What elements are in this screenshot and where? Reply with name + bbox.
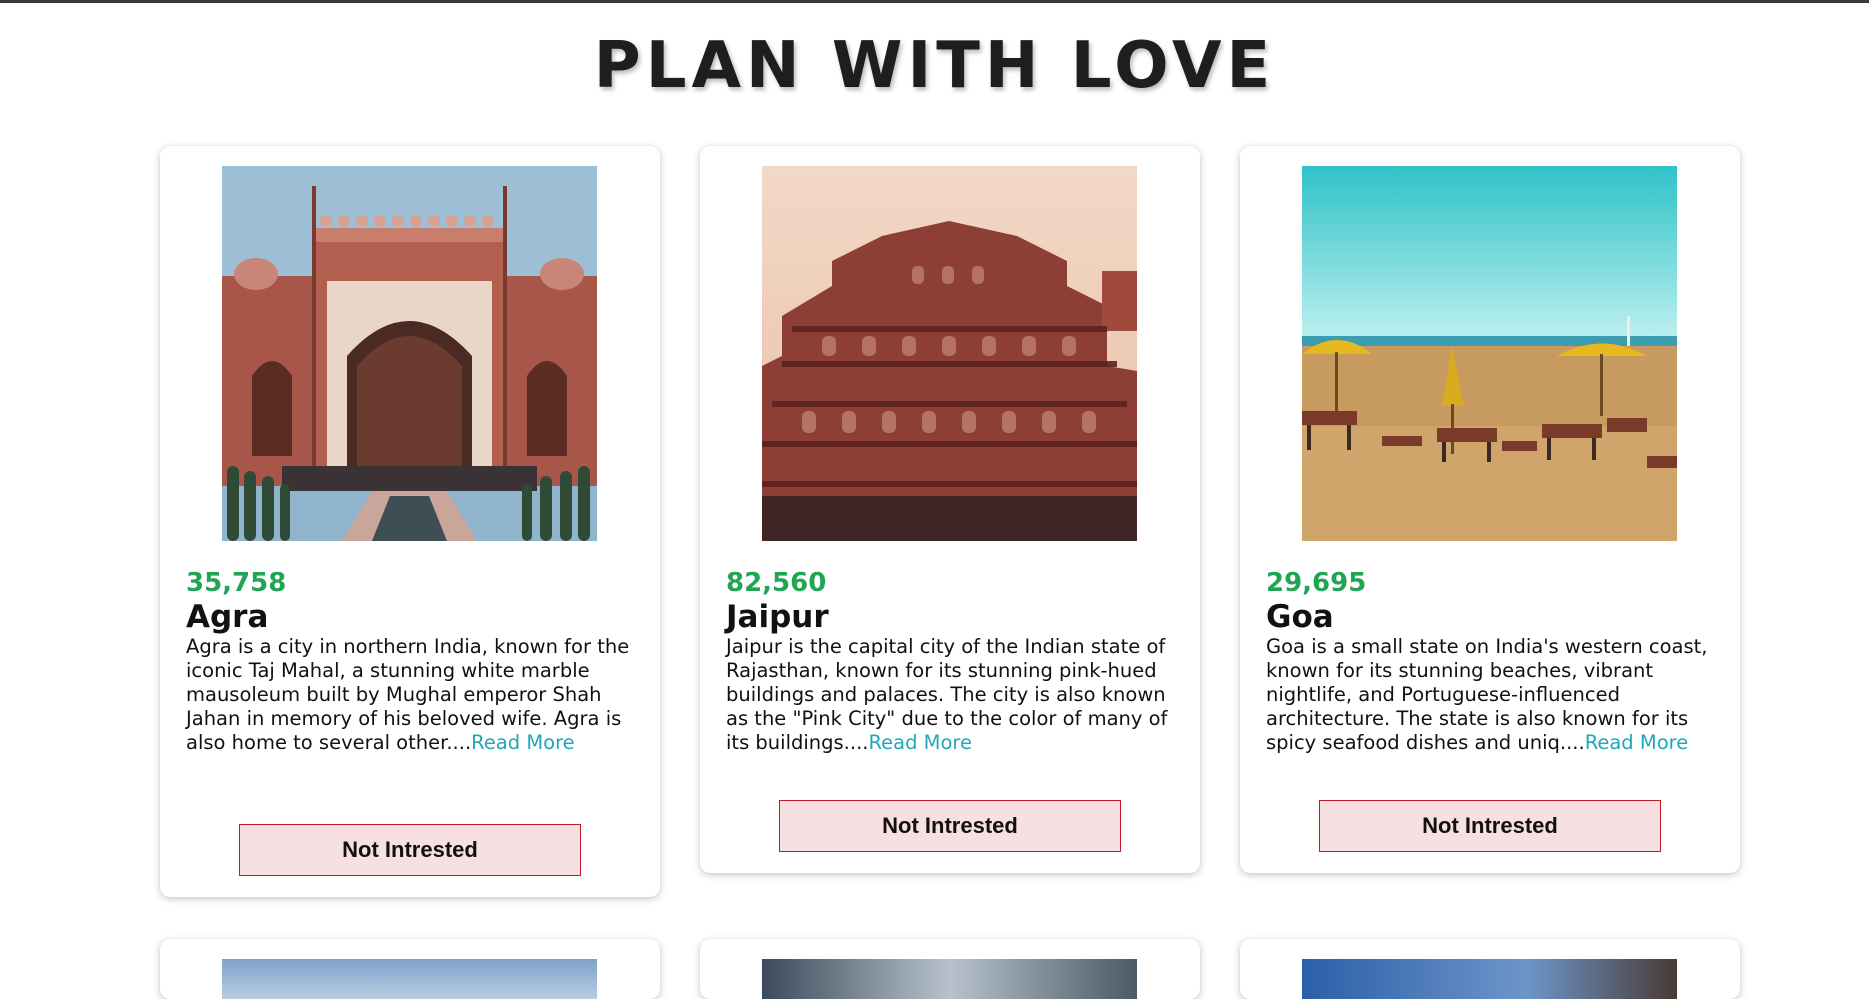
tour-card-partial <box>160 939 660 999</box>
read-more-link[interactable]: Read More <box>868 731 972 754</box>
tour-image-partial <box>762 959 1137 999</box>
not-interested-button[interactable]: Not Intrested <box>779 800 1121 852</box>
tour-image-partial <box>1302 959 1677 999</box>
tour-city-name: Agra <box>186 599 269 635</box>
tour-image-agra <box>222 166 597 541</box>
tour-description: Goa is a small state on India's western … <box>1266 635 1716 755</box>
tour-price: 82,560 <box>726 568 827 598</box>
tour-info: 29,695 Goa Goa is a small state on India… <box>1266 567 1716 755</box>
tour-info: 35,758 Agra Agra is a city in northern I… <box>186 567 636 755</box>
tour-image-goa <box>1302 166 1677 541</box>
tour-image-jaipur <box>762 166 1137 541</box>
not-interested-button[interactable]: Not Intrested <box>1319 800 1661 852</box>
tour-description: Agra is a city in northern India, known … <box>186 635 636 755</box>
tour-image-partial <box>222 959 597 999</box>
tour-price: 29,695 <box>1266 568 1367 598</box>
not-interested-button[interactable]: Not Intrested <box>239 824 581 876</box>
read-more-link[interactable]: Read More <box>1585 731 1689 754</box>
tour-card-jaipur: 82,560 Jaipur Jaipur is the capital city… <box>700 146 1200 873</box>
top-border <box>0 0 1869 3</box>
tour-card-goa: 29,695 Goa Goa is a small state on India… <box>1240 146 1740 873</box>
tour-city-name: Goa <box>1266 599 1334 635</box>
page-title: PLAN WITH LOVE <box>593 29 1276 103</box>
read-more-link[interactable]: Read More <box>471 731 575 754</box>
tour-card-agra: 35,758 Agra Agra is a city in northern I… <box>160 146 660 897</box>
tour-info: 82,560 Jaipur Jaipur is the capital city… <box>726 567 1176 755</box>
tour-card-partial <box>700 939 1200 999</box>
tour-card-partial <box>1240 939 1740 999</box>
tour-price: 35,758 <box>186 568 287 598</box>
tour-description: Jaipur is the capital city of the Indian… <box>726 635 1176 755</box>
tour-city-name: Jaipur <box>726 599 829 635</box>
